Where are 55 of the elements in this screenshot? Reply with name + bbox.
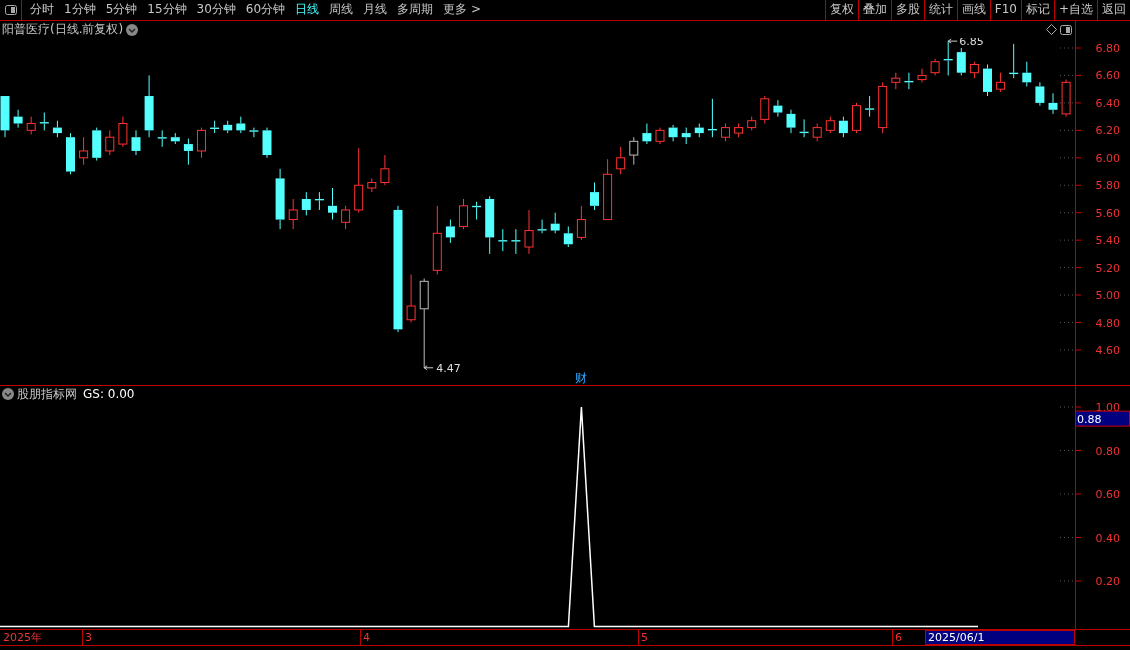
date-axis-label: 2025年 [2, 630, 43, 645]
period-tab[interactable]: 1分钟 [59, 0, 101, 20]
toolbar-button[interactable]: 多股 [890, 0, 924, 20]
price-axis-label: 5.20 [1095, 261, 1120, 275]
low-price-label: 4.47 [436, 361, 461, 375]
date-axis-label: 3 [82, 630, 92, 645]
indicator-axis-label: 0.60 [1095, 488, 1120, 501]
price-axis-label: 5.80 [1095, 179, 1120, 193]
price-axis-label: 5.00 [1095, 289, 1120, 303]
date-axis-label: 4 [360, 630, 370, 645]
event-marker[interactable]: 财 [575, 371, 588, 385]
price-axis-label: 6.60 [1095, 69, 1120, 83]
toolbar-button[interactable]: 统计 [923, 0, 957, 20]
price-axis-label: 4.80 [1095, 316, 1120, 330]
period-tab[interactable]: 15分钟 [142, 0, 192, 20]
price-axis-label: 6.20 [1095, 124, 1120, 138]
indicator-axis-label: 0.20 [1095, 575, 1120, 588]
leader-line [423, 365, 434, 371]
diamond-icon[interactable] [1046, 24, 1057, 35]
toolbar-button[interactable]: 画线 [956, 0, 990, 20]
panel-toggle-icon[interactable] [1060, 24, 1072, 35]
indicator-axis-label: 0.80 [1095, 444, 1120, 458]
indicator-axis-label: 0.40 [1095, 531, 1120, 545]
date-axis-label: 5 [638, 630, 648, 645]
leader-line [947, 38, 958, 44]
period-tab[interactable]: 60分钟 [240, 0, 291, 20]
period-tab[interactable]: 月线 [358, 0, 393, 20]
period-tab[interactable]: 多周期 [392, 0, 439, 20]
dropdown-icon[interactable] [126, 23, 139, 36]
toolbar-button[interactable]: 叠加 [857, 0, 891, 20]
toolbar-button[interactable]: 复权 [824, 0, 858, 20]
period-tab[interactable]: 5分钟 [100, 0, 143, 20]
toolbar-button[interactable]: F10 [989, 0, 1021, 20]
dropdown-icon[interactable] [2, 388, 14, 400]
period-tab[interactable]: 更多 > [438, 0, 486, 20]
price-axis-label: 5.60 [1095, 206, 1120, 220]
toolbar-button[interactable]: 返回 [1097, 0, 1130, 20]
period-tab[interactable]: 分时 [25, 0, 59, 20]
period-tab[interactable]: 日线 [290, 0, 325, 20]
panel-toggle-icon[interactable] [4, 5, 17, 15]
period-tab[interactable]: 30分钟 [191, 0, 241, 20]
indicator-reading: GS: 0.00 [83, 385, 135, 403]
chart-title: 阳普医疗(日线.前复权) [2, 21, 124, 38]
toolbar-button[interactable]: 标记 [1020, 0, 1054, 20]
cursor-value-label: 0.88 [1075, 410, 1130, 427]
cursor-date-label: 2025/06/1 [925, 630, 1075, 645]
price-axis-label: 6.80 [1095, 42, 1120, 55]
price-axis-label: 6.40 [1095, 96, 1120, 110]
price-axis-label: 6.00 [1095, 151, 1120, 165]
toolbar-button[interactable]: +自选 [1053, 0, 1097, 20]
period-tab[interactable]: 周线 [324, 0, 359, 20]
price-axis-label: 5.40 [1095, 234, 1120, 248]
indicator-title: 股朋指标网 [17, 385, 77, 403]
date-axis-label: 6 [892, 630, 902, 645]
price-axis-label: 4.60 [1095, 343, 1120, 357]
